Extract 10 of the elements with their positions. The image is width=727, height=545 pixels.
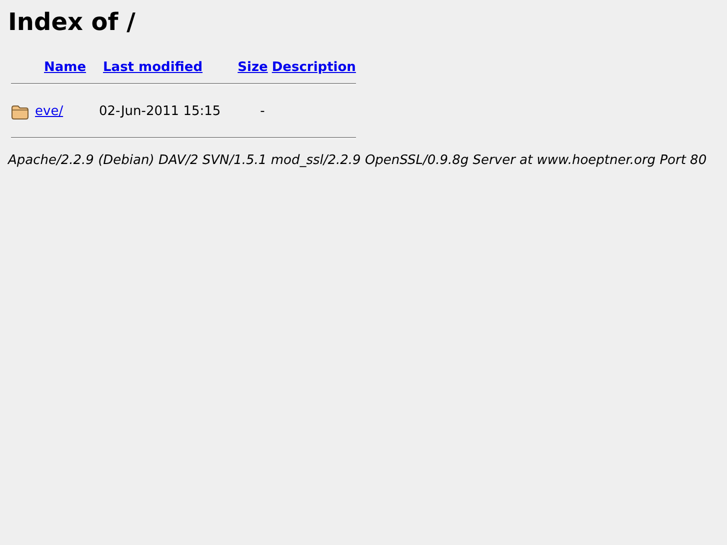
server-signature: Apache/2.2.9 (Debian) DAV/2 SVN/1.5.1 mod_ssl/2.2.9 OpenSSL/0.9.8g Server at www.hoeptner.org Port 80 [8,153,707,168]
modified-date: 02-Jun-2011 15:15 [99,104,221,118]
file-size: - [260,104,265,118]
column-header-link[interactable]: Last modified [103,60,203,75]
folder-icon [11,105,29,120]
folder-link[interactable]: eve/ [35,104,64,118]
page-title: Index of / [8,8,136,36]
column-header-link[interactable]: Size [238,60,268,75]
column-header-link[interactable]: Description [272,60,356,75]
column-header-link[interactable]: Name [44,60,86,75]
